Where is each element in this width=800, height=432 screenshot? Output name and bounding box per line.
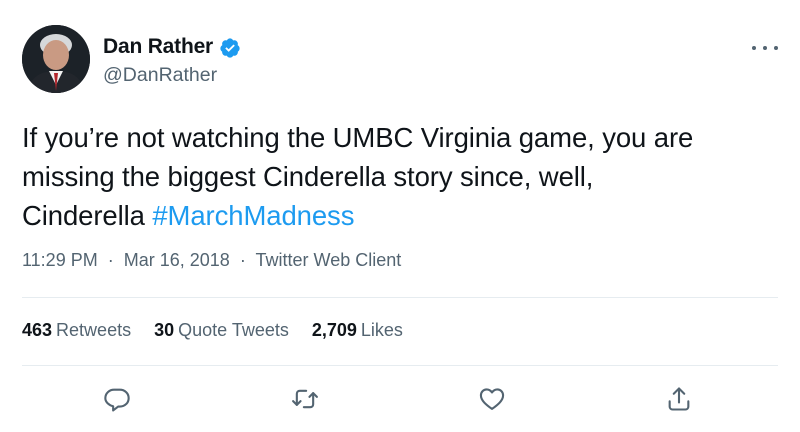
tweet-date[interactable]: Mar 16, 2018: [124, 250, 230, 270]
retweets-label: Retweets: [56, 320, 132, 340]
likes-stat[interactable]: 2,709 Likes: [312, 320, 403, 341]
quote-tweets-label: Quote Tweets: [178, 320, 289, 340]
retweets-count: 463: [22, 320, 53, 340]
meta-separator: ·: [107, 250, 114, 270]
tweet-meta: 11:29 PM · Mar 16, 2018 · Twitter Web Cl…: [22, 250, 401, 271]
tweet-stats: 463 Retweets 30 Quote Tweets 2,709 Likes: [22, 320, 426, 341]
author-name[interactable]: Dan Rather: [103, 35, 213, 59]
share-icon: [668, 387, 690, 411]
reply-button[interactable]: [102, 384, 132, 414]
meta-separator: ·: [239, 250, 246, 270]
tweet-text-segment: Cinderella: [22, 200, 153, 231]
tweet-text: If you’re not watching the UMBC Virginia…: [22, 118, 782, 235]
divider: [22, 297, 778, 298]
author-handle[interactable]: @DanRather: [103, 64, 217, 87]
verified-badge-icon: [219, 37, 241, 59]
retweets-stat[interactable]: 463 Retweets: [22, 320, 131, 341]
tweet-source[interactable]: Twitter Web Client: [256, 250, 402, 270]
like-button[interactable]: [477, 384, 507, 414]
tweet-card: Dan Rather @DanRather If you’re not watc…: [0, 0, 800, 432]
hashtag-link[interactable]: #MarchMadness: [152, 200, 354, 231]
avatar[interactable]: [22, 25, 90, 93]
tweet-text-line: Cinderella #MarchMadness: [22, 196, 782, 235]
tweet-text-line: If you’re not watching the UMBC Virginia…: [22, 122, 694, 153]
retweet-icon: [292, 389, 318, 409]
share-button[interactable]: [664, 384, 694, 414]
divider: [22, 365, 778, 366]
likes-label: Likes: [360, 320, 403, 340]
retweet-button[interactable]: [290, 384, 320, 414]
quote-tweets-stat[interactable]: 30 Quote Tweets: [154, 320, 289, 341]
tweet-time[interactable]: 11:29 PM: [22, 250, 98, 270]
tweet-text-line: missing the biggest Cinderella story sin…: [22, 161, 594, 192]
reply-icon: [104, 388, 130, 412]
like-icon: [479, 388, 505, 410]
likes-count: 2,709: [311, 320, 357, 340]
quote-tweets-count: 30: [154, 320, 175, 340]
more-options-icon[interactable]: [752, 38, 778, 58]
